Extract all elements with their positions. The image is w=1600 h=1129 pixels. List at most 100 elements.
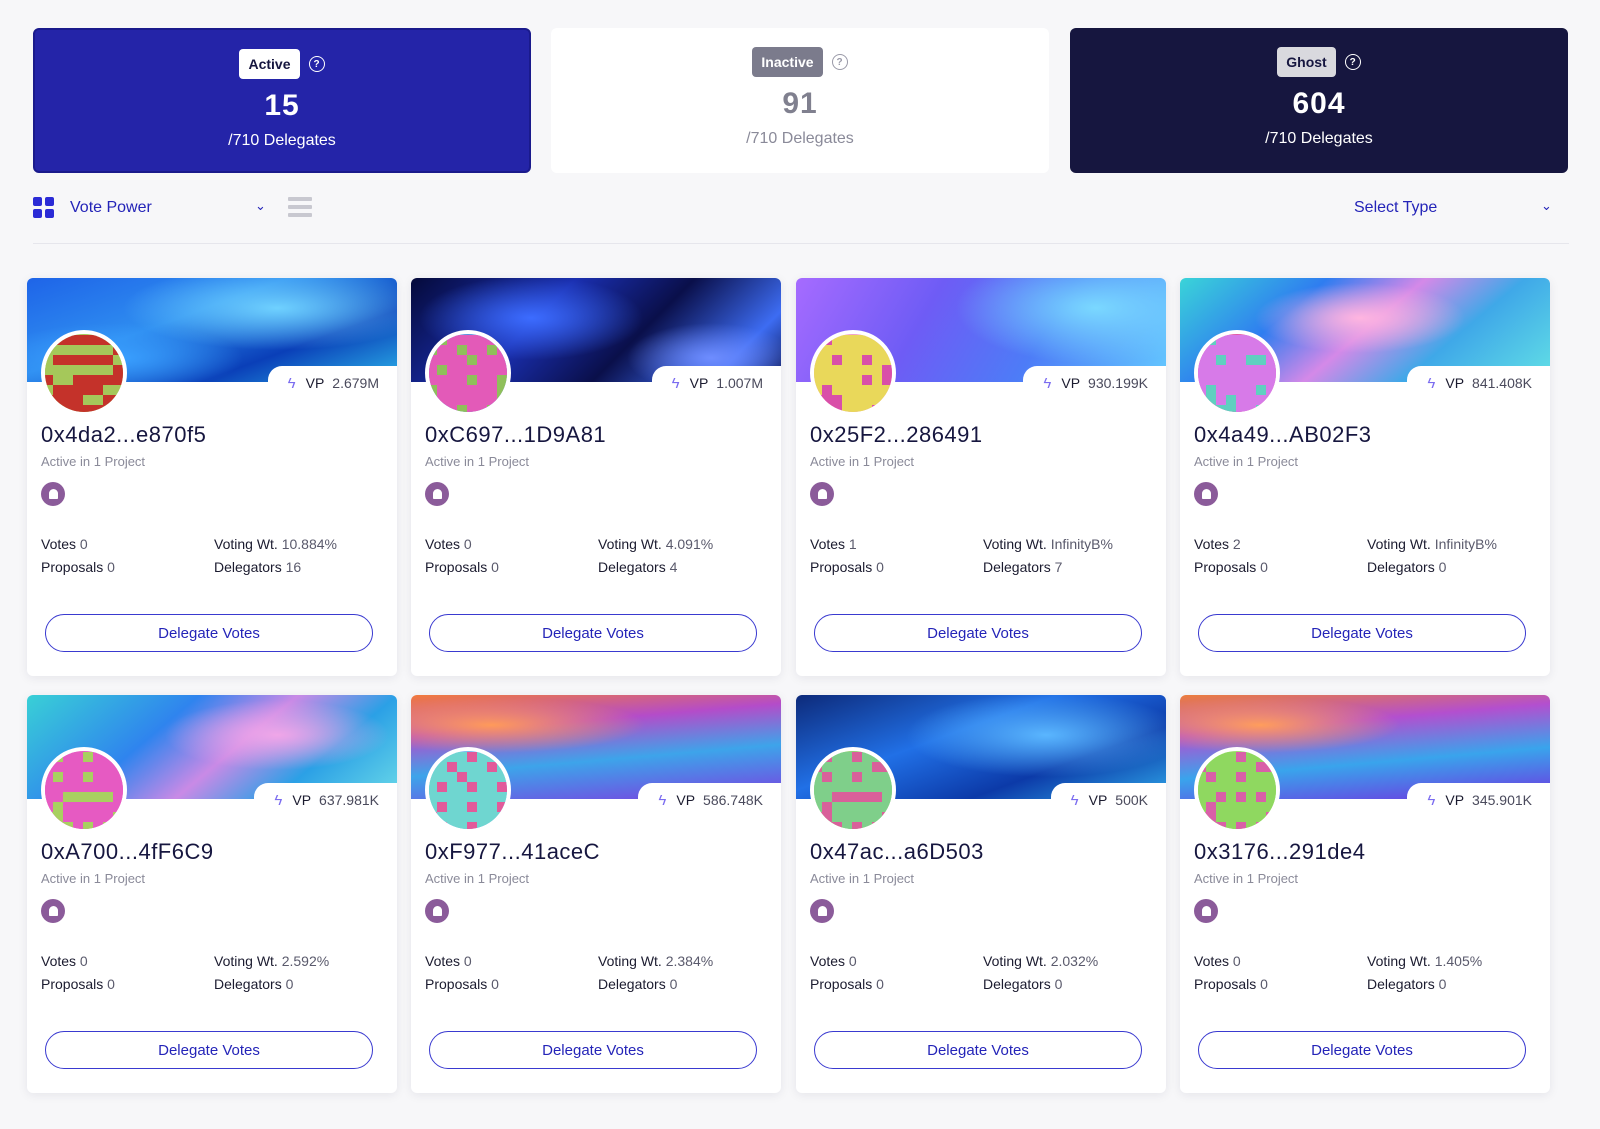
avatar-pixel xyxy=(113,782,123,792)
type-dropdown[interactable]: Select Type xyxy=(1354,199,1437,217)
status-pill-inactive[interactable]: Inactive xyxy=(752,47,823,77)
avatar-pixel xyxy=(113,345,123,355)
status-card-ghost[interactable]: Ghost ? 604 /710 Delegates xyxy=(1070,28,1568,173)
avatar-pixel xyxy=(457,405,467,412)
delegate-votes-button[interactable]: Delegate Votes xyxy=(814,614,1142,652)
avatar-pixel xyxy=(123,375,127,385)
avatar-pixel xyxy=(832,395,842,405)
avatar-pixel xyxy=(123,365,127,375)
avatar-pixel xyxy=(882,335,892,345)
avatar-pixel xyxy=(882,365,892,375)
bolt-icon: ϟ xyxy=(1427,791,1436,809)
avatar-pixel xyxy=(872,762,882,772)
help-icon[interactable]: ? xyxy=(831,54,848,70)
avatar-pixel xyxy=(872,752,882,762)
status-card-active[interactable]: Active ? 15 /710 Delegates xyxy=(33,28,531,173)
delegate-address[interactable]: 0x47ac...a6D503 xyxy=(810,839,984,865)
avatar-pixel xyxy=(862,345,872,355)
delegate-votes-button[interactable]: Delegate Votes xyxy=(1198,1031,1526,1069)
sort-dropdown[interactable]: Vote Power xyxy=(70,199,152,217)
avatar-pixel xyxy=(1206,752,1216,762)
delegate-address[interactable]: 0x3176...291de4 xyxy=(1194,839,1365,865)
avatar xyxy=(41,747,127,833)
avatar-pixel xyxy=(477,772,487,782)
delegate-address[interactable]: 0x4da2...e870f5 xyxy=(41,422,206,448)
delegate-address[interactable]: 0xF977...41aceC xyxy=(425,839,600,865)
avatar-pixel xyxy=(822,395,832,405)
vp-value: 500K xyxy=(1115,792,1148,808)
delegate-card[interactable]: ϟ VP 841.408K 0x4a49...AB02F3 Active in … xyxy=(1180,278,1550,676)
avatar-pixel xyxy=(487,395,497,405)
status-card-inactive[interactable]: Inactive ? 91 /710 Delegates xyxy=(551,28,1049,173)
delegate-votes-button[interactable]: Delegate Votes xyxy=(429,614,757,652)
avatar-pixel xyxy=(1236,792,1246,802)
active-projects: Active in 1 Project xyxy=(1194,871,1299,886)
votes-label: Votes xyxy=(425,536,461,552)
avatar-pixel xyxy=(1256,385,1266,395)
delegate-card[interactable]: ϟ VP 1.007M 0xC697...1D9A81 Active in 1 … xyxy=(411,278,781,676)
avatar-pixel xyxy=(852,345,862,355)
delegators-value: 0 xyxy=(285,976,294,992)
delegate-card[interactable]: ϟ VP 500K 0x47ac...a6D503 Active in 1 Pr… xyxy=(796,695,1166,1093)
bolt-icon: ϟ xyxy=(1070,791,1079,809)
bolt-icon: ϟ xyxy=(658,791,667,809)
vp-badge: ϟ VP 1.007M xyxy=(651,366,781,400)
chevron-down-icon[interactable]: ⌄ xyxy=(1541,198,1552,214)
avatar-pixel xyxy=(83,345,93,355)
delegate-card[interactable]: ϟ VP 345.901K 0x3176...291de4 Active in … xyxy=(1180,695,1550,1093)
chevron-down-icon[interactable]: ⌄ xyxy=(255,198,266,214)
avatar-pixel xyxy=(429,335,437,345)
avatar-pixel xyxy=(113,752,123,762)
delegators-stat: Delegators 0 xyxy=(1367,559,1446,575)
delegate-card[interactable]: ϟ VP 930.199K 0x25F2...286491 Active in … xyxy=(796,278,1166,676)
avatar-pixel xyxy=(1276,802,1280,812)
delegate-card[interactable]: ϟ VP 637.981K 0xA700...4fF6C9 Active in … xyxy=(27,695,397,1093)
delegate-votes-button[interactable]: Delegate Votes xyxy=(45,1031,373,1069)
delegate-address[interactable]: 0x4a49...AB02F3 xyxy=(1194,422,1372,448)
avatar-pixel xyxy=(93,355,103,365)
avatar-pixel xyxy=(1226,822,1236,829)
status-pill-active[interactable]: Active xyxy=(239,49,300,79)
avatar-pixel xyxy=(1256,772,1266,782)
delegate-votes-button[interactable]: Delegate Votes xyxy=(1198,614,1526,652)
avatar-pixel xyxy=(123,812,127,822)
status-pill-ghost[interactable]: Ghost xyxy=(1277,47,1336,77)
avatar-pixel xyxy=(872,385,882,395)
proposals-value: 0 xyxy=(107,976,115,992)
avatar-pixel xyxy=(822,405,832,412)
delegate-votes-button[interactable]: Delegate Votes xyxy=(814,1031,1142,1069)
votes-label: Votes xyxy=(425,953,461,969)
delegate-address[interactable]: 0xC697...1D9A81 xyxy=(425,422,606,448)
grid-view-icon[interactable] xyxy=(33,197,54,218)
avatar-pixel xyxy=(73,762,83,772)
delegate-votes-button[interactable]: Delegate Votes xyxy=(429,1031,757,1069)
avatar-pixel xyxy=(1206,335,1216,345)
voting-weight-stat: Voting Wt. 10.884% xyxy=(214,536,337,552)
avatar-pixel xyxy=(467,772,477,782)
avatar-pixel xyxy=(1256,355,1266,365)
avatar-pixel xyxy=(852,792,862,802)
avatar-pixel xyxy=(467,822,477,829)
help-icon[interactable]: ? xyxy=(308,56,325,72)
proposals-value: 0 xyxy=(491,976,499,992)
avatar-pixel xyxy=(457,752,467,762)
avatar-pixel xyxy=(814,812,822,822)
delegate-address[interactable]: 0xA700...4fF6C9 xyxy=(41,839,214,865)
avatar-pixel xyxy=(53,365,63,375)
delegate-address[interactable]: 0x25F2...286491 xyxy=(810,422,983,448)
avatar-pixel xyxy=(842,375,852,385)
delegate-card[interactable]: ϟ VP 2.679M 0x4da2...e870f5 Active in 1 … xyxy=(27,278,397,676)
delegate-votes-button[interactable]: Delegate Votes xyxy=(45,614,373,652)
avatar-pixel xyxy=(1236,385,1246,395)
avatar-pixel xyxy=(63,822,73,829)
delegators-label: Delegators xyxy=(1367,976,1435,992)
list-view-icon[interactable] xyxy=(288,197,312,217)
avatar-pixel xyxy=(103,365,113,375)
help-icon[interactable]: ? xyxy=(1344,54,1361,70)
delegate-card[interactable]: ϟ VP 586.748K 0xF977...41aceC Active in … xyxy=(411,695,781,1093)
divider xyxy=(33,243,1569,244)
avatar-pixel xyxy=(457,355,467,365)
avatar-pixel xyxy=(872,345,882,355)
avatar-pixel xyxy=(437,802,447,812)
avatar-pixel xyxy=(53,762,63,772)
